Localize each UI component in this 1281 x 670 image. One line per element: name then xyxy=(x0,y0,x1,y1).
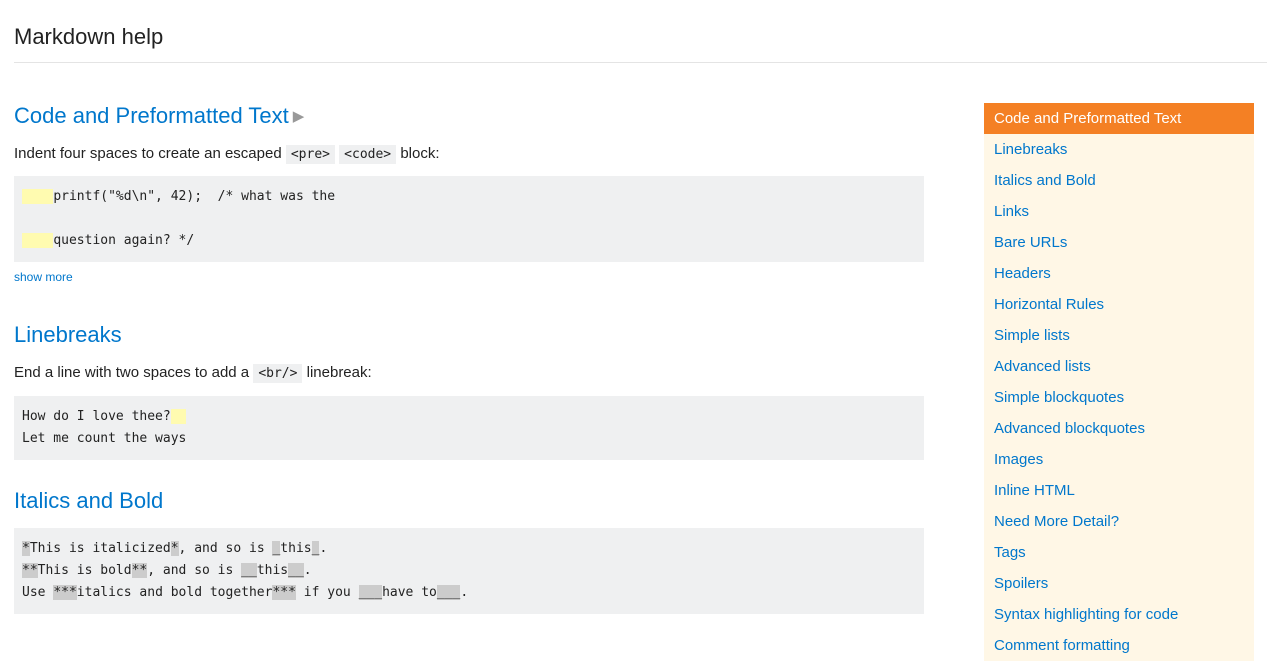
toc-item-17[interactable]: Comment formatting xyxy=(984,630,1254,661)
main-content: Code and Preformatted Text ▶ Indent four… xyxy=(14,103,924,620)
toc-nav: Code and Preformatted TextLinebreaksItal… xyxy=(984,103,1254,661)
heading-italics-bold-text: Italics and Bold xyxy=(14,488,163,514)
toc-item-0[interactable]: Code and Preformatted Text xyxy=(984,103,1254,134)
heading-code-preformatted[interactable]: Code and Preformatted Text ▶ xyxy=(14,103,924,129)
linebreaks-description: End a line with two spaces to add a <br/… xyxy=(14,362,924,383)
heading-italics-bold[interactable]: Italics and Bold xyxy=(14,488,924,514)
toc-item-9[interactable]: Simple blockquotes xyxy=(984,382,1254,413)
toc-item-1[interactable]: Linebreaks xyxy=(984,134,1254,165)
toc-item-12[interactable]: Inline HTML xyxy=(984,475,1254,506)
heading-linebreaks-text: Linebreaks xyxy=(14,322,122,348)
toc-item-15[interactable]: Spoilers xyxy=(984,568,1254,599)
toc-item-5[interactable]: Headers xyxy=(984,258,1254,289)
code-block-italics-bold: *This is italicized*, and so is _this_. … xyxy=(14,528,924,614)
collapse-icon: ▶ xyxy=(293,107,305,125)
toc-item-3[interactable]: Links xyxy=(984,196,1254,227)
heading-linebreaks[interactable]: Linebreaks xyxy=(14,322,924,348)
inline-code-br: <br/> xyxy=(253,364,302,383)
toc-item-10[interactable]: Advanced blockquotes xyxy=(984,413,1254,444)
inline-code-pre: <pre> xyxy=(286,145,335,164)
toc-item-2[interactable]: Italics and Bold xyxy=(984,165,1254,196)
show-more-link[interactable]: show more xyxy=(14,270,73,284)
toc-item-6[interactable]: Horizontal Rules xyxy=(984,289,1254,320)
code-block-linebreaks: How do I love thee? Let me count the way… xyxy=(14,396,924,460)
page-title: Markdown help xyxy=(14,0,1267,63)
heading-code-preformatted-text: Code and Preformatted Text xyxy=(14,103,289,129)
toc-item-11[interactable]: Images xyxy=(984,444,1254,475)
toc-item-7[interactable]: Simple lists xyxy=(984,320,1254,351)
code-block-code-pre: printf("%d\n", 42); /* what was the ques… xyxy=(14,176,924,262)
toc-item-4[interactable]: Bare URLs xyxy=(984,227,1254,258)
toc-item-8[interactable]: Advanced lists xyxy=(984,351,1254,382)
toc-item-14[interactable]: Tags xyxy=(984,537,1254,568)
toc-item-16[interactable]: Syntax highlighting for code xyxy=(984,599,1254,630)
toc-item-13[interactable]: Need More Detail? xyxy=(984,506,1254,537)
toc-sidebar: Code and Preformatted TextLinebreaksItal… xyxy=(984,103,1254,661)
code-pre-description: Indent four spaces to create an escaped … xyxy=(14,143,924,164)
inline-code-code: <code> xyxy=(339,145,396,164)
